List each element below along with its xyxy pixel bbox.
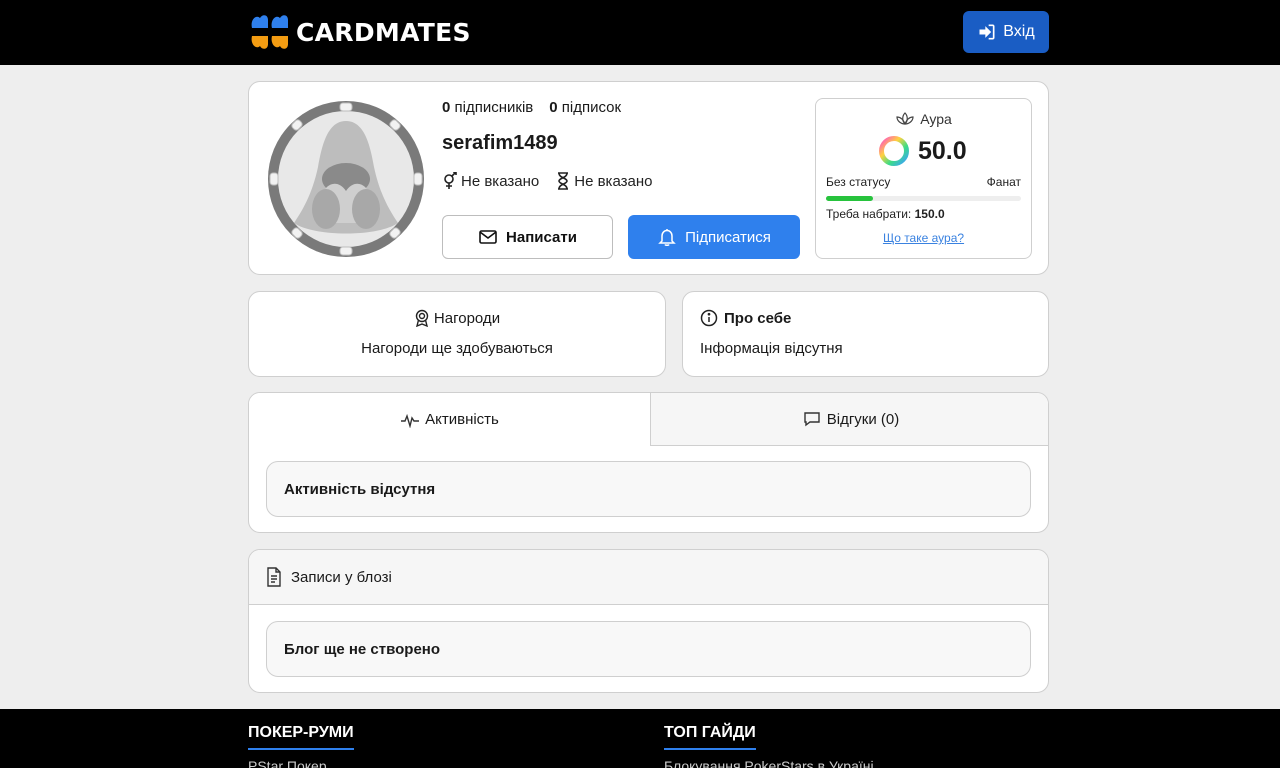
bell-icon [658,229,676,246]
blog-card: Записи у блозі Блог ще не створено [248,549,1049,693]
site-footer: ПОКЕР-РУМИ PStar Покер ТОП ГАЙДИ Блокува… [0,709,1280,768]
write-message-button[interactable]: Написати [442,215,613,259]
info-icon [700,309,718,327]
lotus-icon [896,112,914,125]
aura-progress-bar [826,196,1021,201]
awards-empty-text: Нагороди ще здобуваються [361,340,553,357]
footer-link[interactable]: PStar Покер [248,758,354,768]
tab-reviews[interactable]: Відгуки (0) [650,393,1048,446]
blog-title: Записи у блозі [291,568,392,586]
document-icon [267,567,281,587]
cardmates-logo-icon [251,15,288,49]
aura-value: 50.0 [918,136,967,165]
activity-empty-box: Активність відсутня [266,461,1031,517]
aura-levels: Без статусу Фанат [826,175,1021,189]
awards-card: Нагороди Нагороди ще здобуваються [248,291,666,377]
followers-stat[interactable]: 0 підписників [442,99,533,116]
profile-card: 0 підписників 0 підписок serafim1489 Не … [248,81,1049,275]
hourglass-icon [558,172,569,190]
aura-requirement: Треба набрати: 150.0 [826,207,945,221]
brand-name: CARDMATES [296,17,471,47]
activity-tabs-card: Активність Відгуки (0) Активність відсут… [248,392,1049,533]
awards-title: Нагороди [249,309,665,327]
about-card: Про себе Інформація відсутня [682,291,1049,377]
username: serafim1489 [442,132,558,154]
profile-meta: Не вказано Не вказано [442,172,652,190]
age-info: Не вказано [555,172,652,190]
following-stat[interactable]: 0 підписок [549,99,621,116]
tab-activity[interactable]: Активність [249,393,650,446]
activity-empty-text: Активність відсутня [284,480,436,498]
login-label: Вхід [1003,23,1035,40]
blog-empty-text: Блог ще не створено [284,640,441,658]
footer-poker-rooms-title: ПОКЕР-РУМИ [248,724,354,750]
site-header: CARDMATES Вхід [0,0,1280,65]
aura-title: Аура [816,111,1031,127]
footer-poker-rooms: ПОКЕР-РУМИ PStar Покер [248,724,354,768]
follow-stats: 0 підписників 0 підписок [442,99,621,116]
award-icon [415,309,429,327]
gender-info: Не вказано [442,172,539,190]
aura-level-next: Фанат [986,175,1021,189]
footer-top-guides: ТОП ГАЙДИ Блокування PokerStars в Україн… [664,724,874,768]
aura-ring-icon [879,136,909,166]
login-button[interactable]: Вхід [963,11,1049,53]
envelope-icon [479,230,497,244]
footer-link[interactable]: Блокування PokerStars в Україні [664,758,874,768]
logo[interactable]: CARDMATES [248,10,471,54]
aura-score: 50.0 [878,135,967,167]
comment-icon [804,412,820,427]
avatar [268,101,424,257]
pulse-icon [401,413,420,428]
footer-top-guides-title: ТОП ГАЙДИ [664,724,756,750]
aura-panel: Аура 50.0 Без статусу Фанат Треба набрат… [815,98,1032,259]
about-empty-text: Інформація відсутня [700,340,843,357]
blog-empty-box: Блог ще не створено [266,621,1031,677]
gender-icon [444,172,457,189]
what-is-aura-link[interactable]: Що таке аура? [816,231,1031,245]
aura-progress-fill [826,196,873,201]
aura-level-current: Без статусу [826,175,891,189]
blog-header: Записи у блозі [249,550,1048,605]
login-icon [979,24,995,40]
about-title: Про себе [700,309,791,327]
subscribe-button[interactable]: Підписатися [628,215,800,259]
